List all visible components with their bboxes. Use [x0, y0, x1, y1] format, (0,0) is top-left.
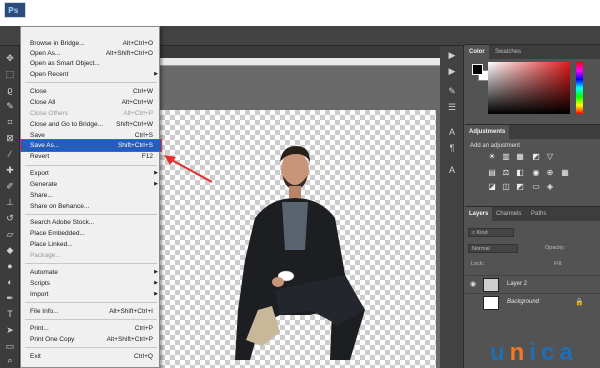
layer-name: Background: [507, 299, 540, 305]
exposure-icon[interactable]: ◩: [531, 152, 541, 161]
adjustments-panel-tabs: Adjustments: [465, 125, 600, 139]
submenu-arrow-icon: ▶: [154, 71, 158, 77]
submenu-arrow-icon: ▶: [154, 291, 158, 297]
black-white-icon[interactable]: ◧: [515, 168, 525, 177]
submenu-arrow-icon: ▶: [154, 269, 158, 275]
curves-icon[interactable]: ▦: [515, 152, 525, 161]
menu-separator: [25, 82, 157, 83]
character-panel-icon[interactable]: A: [445, 126, 459, 137]
gradient-map-icon[interactable]: ▭: [531, 182, 541, 191]
tab-layers[interactable]: Layers: [465, 207, 493, 221]
layers-panel-tabs: Layers Channels Paths: [465, 207, 600, 221]
paragraph-panel-icon[interactable]: ¶: [445, 142, 459, 153]
color-lookup-icon[interactable]: ▦: [560, 168, 570, 177]
selective-color-icon[interactable]: ◈: [545, 182, 555, 191]
color-picker-field[interactable]: [488, 62, 570, 114]
file-menu-dropdown: Browse in Bridge... Alt+Ctrl+O Open As...…: [20, 26, 162, 368]
tab-swatches[interactable]: Swatches: [491, 45, 525, 59]
menu-item-revert[interactable]: Revert F12: [21, 151, 161, 162]
tab-channels[interactable]: Channels: [492, 207, 525, 221]
play-panel-icon[interactable]: ▶: [445, 66, 459, 77]
menu-item-search-adobe-stock[interactable]: Search Adobe Stock...: [21, 217, 161, 228]
menu-item-file-info[interactable]: File Info... Alt+Shift+Ctrl+I: [21, 306, 161, 317]
menu-item-share[interactable]: Share...: [21, 190, 161, 201]
menu-item-place-embedded[interactable]: Place Embedded...: [21, 228, 161, 239]
menu-separator: [25, 347, 157, 348]
submenu-arrow-icon: ▶: [154, 181, 158, 187]
menu-item-generate[interactable]: Generate ▶: [21, 179, 161, 190]
fill-label: Fill:: [554, 261, 563, 267]
menu-item-close-others: Close Others Alt+Ctrl+P: [30, 110, 153, 117]
menu-item-automate[interactable]: Automate ▶: [21, 267, 161, 278]
blend-mode-select[interactable]: Normal: [468, 244, 518, 253]
brightness-contrast-icon[interactable]: ☀: [487, 152, 497, 161]
foreground-color-swatch[interactable]: [472, 64, 483, 75]
color-balance-icon[interactable]: ⚖: [501, 168, 511, 177]
color-panel-tabs: Color Swatches: [465, 45, 600, 59]
layer-name: Layer 2: [507, 281, 528, 287]
hue-saturation-icon[interactable]: ▤: [487, 168, 497, 177]
properties-panel-icon[interactable]: ☰: [445, 102, 459, 113]
menu-item-close[interactable]: Close Ctrl+W: [21, 86, 161, 97]
menu-item-print[interactable]: Print... Ctrl+P: [21, 323, 161, 334]
menu-item-close-and-go-to-bridge[interactable]: Close and Go to Bridge... Shift+Ctrl+W: [21, 119, 161, 130]
menu-item-package: Package...: [30, 252, 61, 259]
collapsed-panel-strip: ▶ ▶ ✎ ☰ A ¶ A: [440, 46, 464, 368]
layer-row-background[interactable]: Background 🔒: [465, 293, 600, 311]
tab-adjustments[interactable]: Adjustments: [465, 125, 510, 139]
tab-color[interactable]: Color: [465, 45, 489, 59]
opacity-control[interactable]: Opacity:: [542, 244, 592, 253]
menu-separator: [25, 319, 157, 320]
layer-thumbnail: [483, 278, 499, 292]
photo-filter-icon[interactable]: ◉: [531, 168, 541, 177]
threshold-icon[interactable]: ◩: [515, 182, 525, 191]
layer-thumbnail: [483, 296, 499, 310]
channel-mixer-icon[interactable]: ⊕: [545, 168, 555, 177]
lock-controls[interactable]: Lock:: [468, 260, 508, 269]
hue-slider[interactable]: [576, 62, 583, 114]
submenu-arrow-icon: ▶: [154, 280, 158, 286]
menu-item-place-linked[interactable]: Place Linked...: [21, 239, 161, 250]
submenu-arrow-icon: ▶: [154, 170, 158, 176]
menu-separator: [25, 263, 157, 264]
levels-icon[interactable]: ▥: [501, 152, 511, 161]
menu-item-share-on-behance[interactable]: Share on Behance...: [21, 201, 161, 212]
lock-label: Lock:: [471, 261, 485, 267]
menu-item-exit[interactable]: Exit Ctrl+Q: [21, 351, 161, 362]
menu-item-close-all[interactable]: Close All Alt+Ctrl+W: [21, 97, 161, 108]
vibrance-icon[interactable]: ▽: [545, 152, 555, 161]
add-adjustment-label: Add an adjustment: [470, 143, 521, 149]
glyphs-panel-icon[interactable]: A: [445, 164, 459, 175]
opacity-label: Opacity:: [545, 245, 566, 251]
menu-item-export[interactable]: Export ▶: [21, 168, 161, 179]
menu-item-import[interactable]: Import ▶: [21, 289, 161, 300]
posterize-icon[interactable]: ◫: [501, 182, 511, 191]
tab-paths[interactable]: Paths: [527, 207, 550, 221]
menu-item-open-as-smart-object[interactable]: Open as Smart Object...: [21, 58, 161, 69]
kind-filter-label: Kind: [476, 230, 488, 236]
menu-item-print-one-copy[interactable]: Print One Copy Alt+Shift+Ctrl+P: [21, 334, 161, 345]
blend-mode-label: Normal: [472, 246, 490, 252]
fill-control[interactable]: Fill:: [551, 260, 591, 269]
layer-kind-filter[interactable]: ⌕ Kind: [468, 228, 514, 237]
photoshop-window: Ps ✥ ⬚ ϱ ✎ ⌗ ⊠ ⁄ ✚ ✐ ⊥ ↺ ▱ ◆ ● ◐ ✒ T ➤ ▭…: [0, 0, 600, 368]
menu-item-save-as[interactable]: Save As... Shift+Ctrl+S: [20, 139, 162, 152]
brush-settings-icon[interactable]: ✎: [445, 86, 459, 97]
menu-item-open-recent[interactable]: Open Recent ▶: [21, 69, 161, 80]
visibility-eye-icon[interactable]: ◉: [470, 280, 476, 288]
menu-item-scripts[interactable]: Scripts ▶: [21, 278, 161, 289]
lock-icon: 🔒: [575, 299, 584, 306]
menu-separator: [25, 165, 157, 166]
unica-watermark-logo: unica: [490, 339, 578, 366]
layer-row-layer-2[interactable]: ◉ Layer 2: [465, 275, 600, 293]
menu-separator: [25, 302, 157, 303]
history-panel-icon[interactable]: ▶: [445, 50, 459, 61]
menu-separator: [25, 214, 157, 215]
invert-icon[interactable]: ◪: [487, 182, 497, 191]
